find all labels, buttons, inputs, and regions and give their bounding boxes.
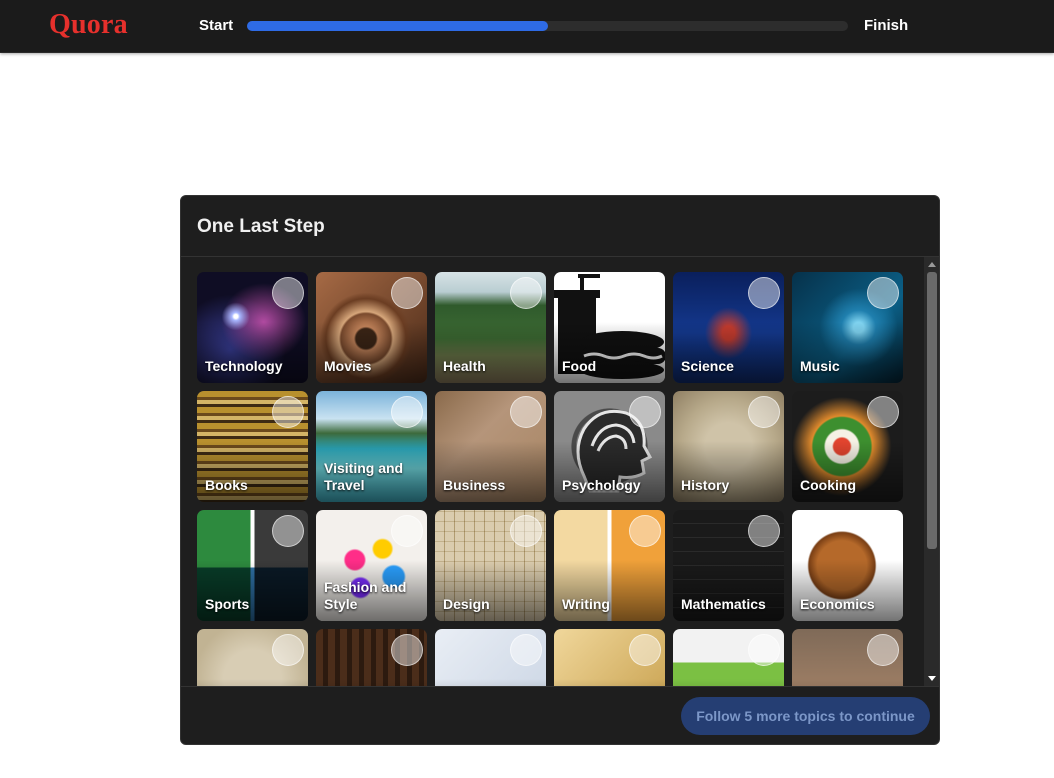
modal-header: One Last Step: [181, 196, 939, 257]
topic-tile[interactable]: [316, 629, 427, 686]
modal-footer: Follow 5 more topics to continue: [181, 686, 939, 744]
topic-tile[interactable]: [554, 629, 665, 686]
topic-tile[interactable]: [673, 629, 784, 686]
topic-label: Food: [562, 358, 597, 374]
topic-tile-health[interactable]: Health: [435, 272, 546, 383]
topic-tile-music[interactable]: Music: [792, 272, 903, 383]
topic-tile-economics[interactable]: Economics: [792, 510, 903, 621]
progress-start-label: Start: [199, 17, 234, 34]
select-circle-icon[interactable]: [510, 515, 542, 547]
topic-tile-sports[interactable]: Sports: [197, 510, 308, 621]
topic-label: Books: [205, 477, 248, 493]
topic-tile-history[interactable]: History: [673, 391, 784, 502]
select-circle-icon[interactable]: [629, 396, 661, 428]
topic-label: Visiting and Travel: [324, 460, 404, 493]
vertical-scrollbar[interactable]: [924, 257, 939, 686]
topic-label: Cooking: [800, 477, 856, 493]
quora-logo[interactable]: Quora: [49, 9, 128, 41]
select-circle-icon[interactable]: [510, 396, 542, 428]
topic-tile-cooking[interactable]: Cooking: [792, 391, 903, 502]
select-circle-icon[interactable]: [629, 277, 661, 309]
select-circle-icon[interactable]: [510, 277, 542, 309]
modal-title: One Last Step: [197, 216, 325, 237]
topic-tile[interactable]: [792, 629, 903, 686]
topic-tile-books[interactable]: Books: [197, 391, 308, 502]
topic-tile-mathematics[interactable]: Mathematics: [673, 510, 784, 621]
topic-tile[interactable]: [197, 629, 308, 686]
topic-tile-business[interactable]: Business: [435, 391, 546, 502]
select-circle-icon[interactable]: [748, 515, 780, 547]
select-circle-icon[interactable]: [748, 277, 780, 309]
select-circle-icon[interactable]: [748, 396, 780, 428]
topic-label: Mathematics: [681, 596, 766, 612]
topics-scroll-area[interactable]: Technology Movies Health Food Science Mu…: [181, 257, 939, 686]
scroll-down-arrow-icon[interactable]: [928, 676, 936, 681]
topic-tile-psychology[interactable]: Psychology: [554, 391, 665, 502]
select-circle-icon[interactable]: [510, 634, 542, 666]
select-circle-icon[interactable]: [391, 396, 423, 428]
topic-label: Design: [443, 596, 490, 612]
select-circle-icon[interactable]: [867, 277, 899, 309]
topic-tile-food[interactable]: Food: [554, 272, 665, 383]
topic-label: Fashion and Style: [324, 579, 407, 612]
select-circle-icon[interactable]: [272, 396, 304, 428]
topic-selection-modal: One Last Step Technology Movies Health F…: [180, 195, 940, 745]
topic-label: Health: [443, 358, 486, 374]
select-circle-icon[interactable]: [748, 634, 780, 666]
select-circle-icon[interactable]: [867, 515, 899, 547]
topic-tile[interactable]: [435, 629, 546, 686]
topic-tile-science[interactable]: Science: [673, 272, 784, 383]
topic-tile-movies[interactable]: Movies: [316, 272, 427, 383]
topic-label: Science: [681, 358, 734, 374]
select-circle-icon[interactable]: [272, 634, 304, 666]
scrollbar-thumb[interactable]: [927, 272, 937, 549]
topic-label: Business: [443, 477, 506, 493]
topic-label: Technology: [205, 358, 283, 374]
select-circle-icon[interactable]: [272, 277, 304, 309]
topic-tile-design[interactable]: Design: [435, 510, 546, 621]
topic-label: Sports: [205, 596, 250, 612]
topic-tile-visiting-and-travel[interactable]: Visiting and Travel: [316, 391, 427, 502]
select-circle-icon[interactable]: [629, 515, 661, 547]
topic-label: Writing: [562, 596, 610, 612]
select-circle-icon[interactable]: [867, 396, 899, 428]
top-bar: Quora Start Finish: [0, 0, 1054, 53]
select-circle-icon[interactable]: [391, 634, 423, 666]
select-circle-icon[interactable]: [272, 515, 304, 547]
onboarding-progress-bar: [247, 21, 848, 31]
topics-grid: Technology Movies Health Food Science Mu…: [197, 272, 909, 686]
topic-label: History: [681, 477, 730, 493]
topic-tile-fashion-and-style[interactable]: Fashion and Style: [316, 510, 427, 621]
topic-label: Movies: [324, 358, 372, 374]
topic-tile-technology[interactable]: Technology: [197, 272, 308, 383]
select-circle-icon[interactable]: [391, 515, 423, 547]
select-circle-icon[interactable]: [629, 634, 661, 666]
scroll-up-arrow-icon[interactable]: [928, 262, 936, 267]
progress-finish-label: Finish: [864, 17, 909, 34]
continue-button[interactable]: Follow 5 more topics to continue: [681, 697, 930, 735]
progress-fill: [247, 21, 548, 31]
topic-label: Music: [800, 358, 840, 374]
topic-label: Economics: [800, 596, 875, 612]
topic-tile-writing[interactable]: Writing: [554, 510, 665, 621]
topic-label: Psychology: [562, 477, 641, 493]
select-circle-icon[interactable]: [867, 634, 899, 666]
select-circle-icon[interactable]: [391, 277, 423, 309]
